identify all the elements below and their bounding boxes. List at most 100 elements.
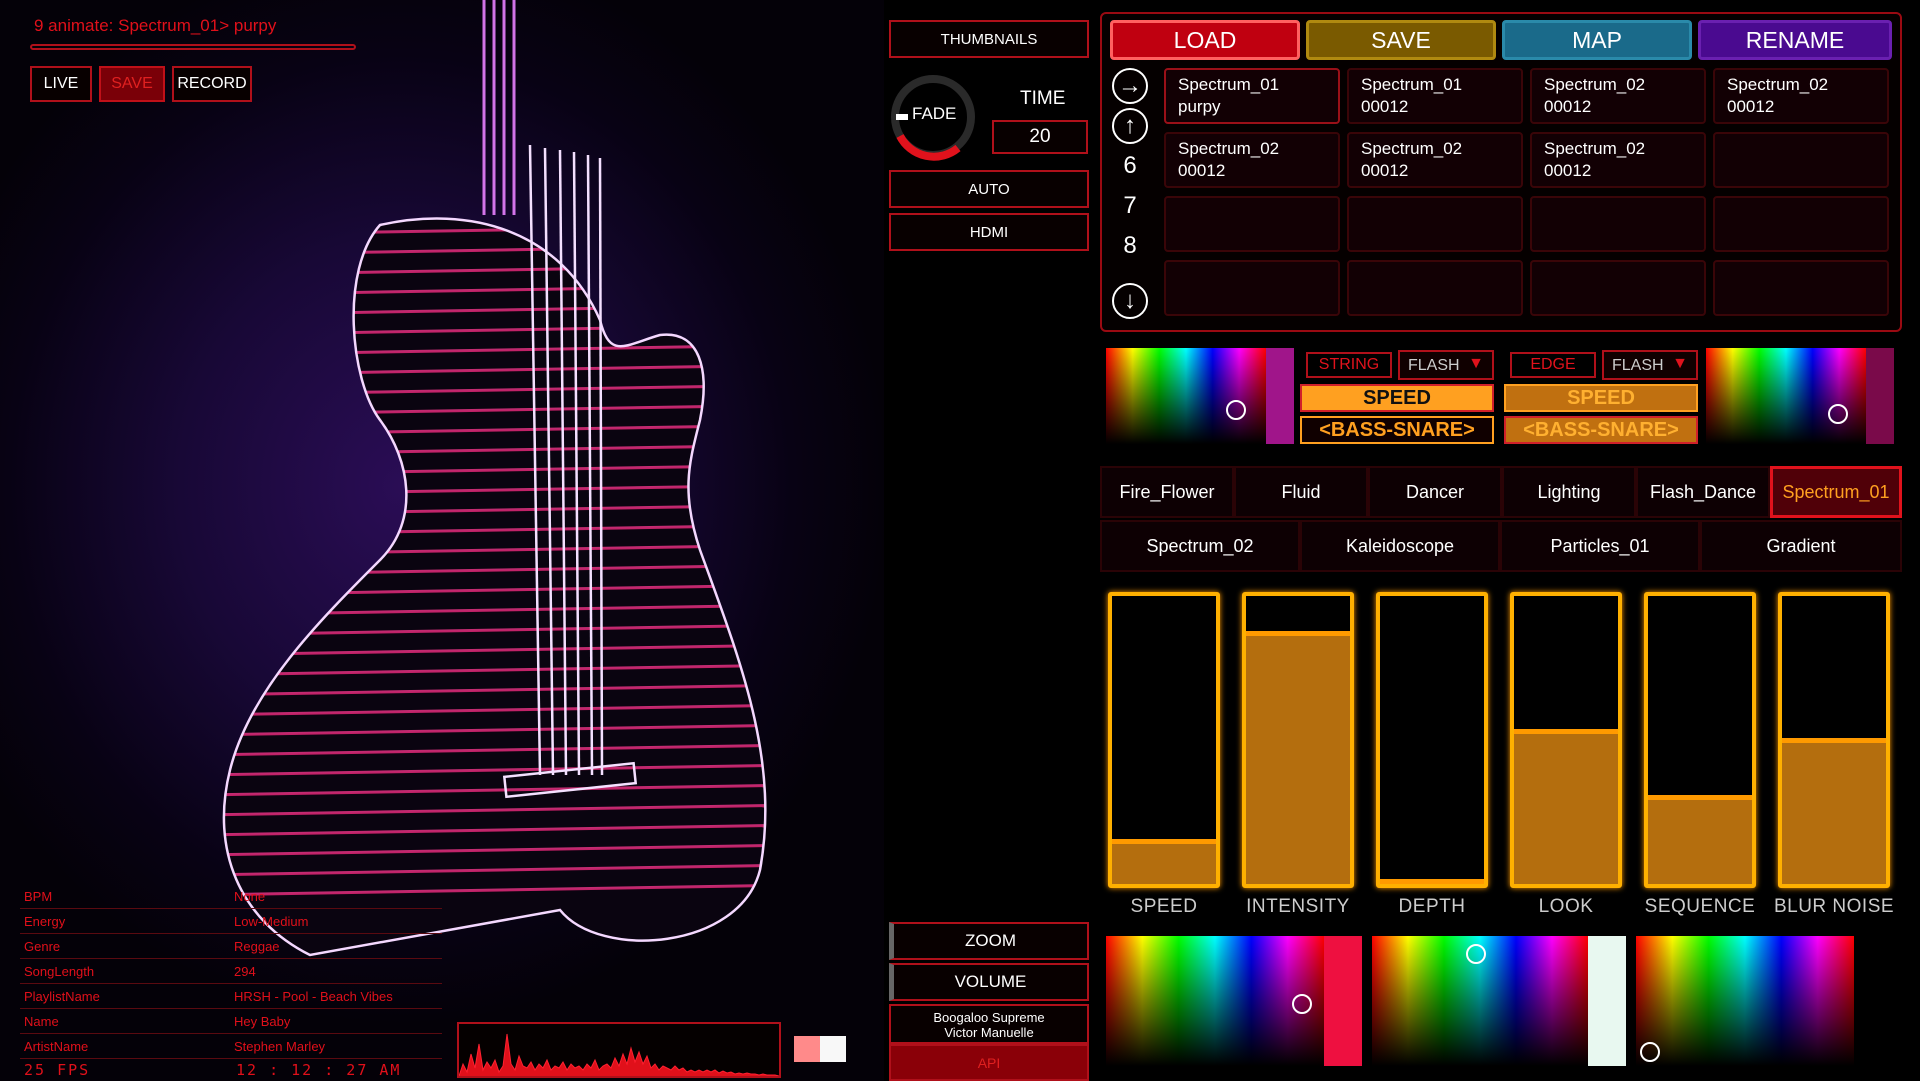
audio-spectrum [457,1022,781,1078]
auto-button[interactable]: AUTO [889,170,1089,208]
effect-kaleidoscope[interactable]: Kaleidoscope [1300,520,1500,572]
preset-cell[interactable]: Spectrum_01 purpy [1164,68,1340,124]
preset-cell-empty[interactable] [1164,196,1340,252]
fade-knob[interactable]: FADE [888,72,978,162]
picker-knob[interactable] [1828,404,1848,424]
info-row-artist: ArtistName Stephen Marley [20,1034,442,1059]
picker-knob[interactable] [1640,1042,1660,1062]
live-button[interactable]: LIVE [30,66,92,102]
now-playing: Boogaloo Supreme Victor Manuelle [889,1004,1089,1044]
effect-lighting[interactable]: Lighting [1502,466,1636,518]
slider-fill [1380,879,1484,884]
slider-fill [1514,729,1618,884]
arrow-up-icon[interactable]: ↑ [1112,108,1148,144]
preset-cell-empty[interactable] [1347,260,1523,316]
color-swatch-pink [794,1036,820,1062]
edge-speed-button[interactable]: SPEED [1504,384,1698,412]
picker-knob[interactable] [1466,944,1486,964]
preset-cell-empty[interactable] [1713,196,1889,252]
page-7[interactable]: 7 [1112,192,1148,220]
edge-color-picker[interactable] [1706,348,1866,444]
intensity-slider-label: INTENSITY [1246,896,1350,917]
preset-cell[interactable]: Spectrum_02 00012 [1530,132,1706,188]
slider-fill [1112,838,1216,884]
edge-brightness-bar[interactable] [1866,348,1894,444]
load-button[interactable]: LOAD [1110,20,1300,60]
preset-cell-empty[interactable] [1713,132,1889,188]
time-input[interactable]: 20 [992,120,1088,154]
slider-fill [1648,795,1752,884]
clock-display: 12 : 12 : 27 AM [236,1061,402,1079]
preset-cell[interactable]: Spectrum_02 00012 [1164,132,1340,188]
info-row-name: Name Hey Baby [20,1009,442,1034]
effect-spectrum-01[interactable]: Spectrum_01 [1770,466,1902,518]
preset-cell-empty[interactable] [1713,260,1889,316]
color-picker-2[interactable] [1372,936,1588,1066]
preset-cell-empty[interactable] [1530,260,1706,316]
sequence-slider[interactable] [1644,592,1756,888]
sequence-slider-label: SEQUENCE [1644,896,1756,917]
chevron-down-icon: ▼ [1672,355,1688,372]
effect-fire-flower[interactable]: Fire_Flower [1100,466,1234,518]
blur-noise-slider[interactable] [1778,592,1890,888]
effect-dancer[interactable]: Dancer [1368,466,1502,518]
zoom-button[interactable]: ZOOM [889,922,1089,960]
thumbnails-button[interactable]: THUMBNAILS [889,20,1089,58]
depth-slider[interactable] [1376,592,1488,888]
info-row-playlist: PlaylistName HRSH - Pool - Beach Vibes [20,984,442,1009]
preset-cell-empty[interactable] [1164,260,1340,316]
string-color-picker[interactable] [1106,348,1266,444]
arrow-down-icon[interactable]: ↓ [1112,283,1148,319]
preset-cell[interactable]: Spectrum_02 00012 [1347,132,1523,188]
color-picker-3[interactable] [1636,936,1854,1066]
intensity-slider[interactable] [1242,592,1354,888]
effect-flash-dance[interactable]: Flash_Dance [1636,466,1770,518]
rename-button[interactable]: RENAME [1698,20,1892,60]
page-6[interactable]: 6 [1112,152,1148,180]
string-speed-button[interactable]: SPEED [1300,384,1494,412]
save-preset-button[interactable]: SAVE [1306,20,1496,60]
edge-flash-select[interactable]: FLASH ▼ [1602,350,1698,380]
save-top-button[interactable]: SAVE [99,66,165,102]
volume-button[interactable]: VOLUME [889,963,1089,1001]
effect-gradient[interactable]: Gradient [1700,520,1902,572]
preset-cell[interactable]: Spectrum_02 00012 [1713,68,1889,124]
look-slider[interactable] [1510,592,1622,888]
api-button[interactable]: API [889,1044,1089,1081]
edge-label[interactable]: EDGE [1510,352,1596,378]
preset-cell[interactable]: Spectrum_02 00012 [1530,68,1706,124]
color-picker-2-swatch[interactable] [1588,936,1626,1066]
arrow-right-icon[interactable]: → [1112,68,1148,104]
edge-bass-snare-button[interactable]: <BASS-SNARE> [1504,416,1698,444]
chevron-down-icon: ▼ [1468,355,1484,372]
info-row-bpm: BPM None [20,884,442,909]
blur-noise-slider-label: BLUR NOISE [1773,896,1895,917]
fade-label: FADE [912,104,957,123]
title-progress-bar [30,44,356,50]
preset-cell-empty[interactable] [1530,196,1706,252]
now-playing-song: Boogaloo Supreme [933,1010,1045,1025]
string-flash-select[interactable]: FLASH ▼ [1398,350,1494,380]
color-picker-1[interactable] [1106,936,1324,1066]
color-picker-1-swatch[interactable] [1324,936,1362,1066]
speed-slider[interactable] [1108,592,1220,888]
spectrum-bars [459,1033,779,1076]
effect-particles-01[interactable]: Particles_01 [1500,520,1700,572]
page-8[interactable]: 8 [1112,232,1148,260]
info-row-songlength: SongLength 294 [20,959,442,984]
record-button[interactable]: RECORD [172,66,252,102]
string-bass-snare-button[interactable]: <BASS-SNARE> [1300,416,1494,444]
hdmi-button[interactable]: HDMI [889,213,1089,251]
look-slider-label: LOOK [1538,896,1594,917]
picker-knob[interactable] [1292,994,1312,1014]
effect-spectrum-02[interactable]: Spectrum_02 [1100,520,1300,572]
preset-cell-empty[interactable] [1347,196,1523,252]
effect-fluid[interactable]: Fluid [1234,466,1368,518]
map-button[interactable]: MAP [1502,20,1692,60]
info-row-energy: Energy Low-Medium [20,909,442,934]
preset-cell[interactable]: Spectrum_01 00012 [1347,68,1523,124]
picker-knob[interactable] [1226,400,1246,420]
time-label: TIME [1020,88,1066,109]
string-label[interactable]: STRING [1306,352,1392,378]
string-brightness-bar[interactable] [1266,348,1294,444]
